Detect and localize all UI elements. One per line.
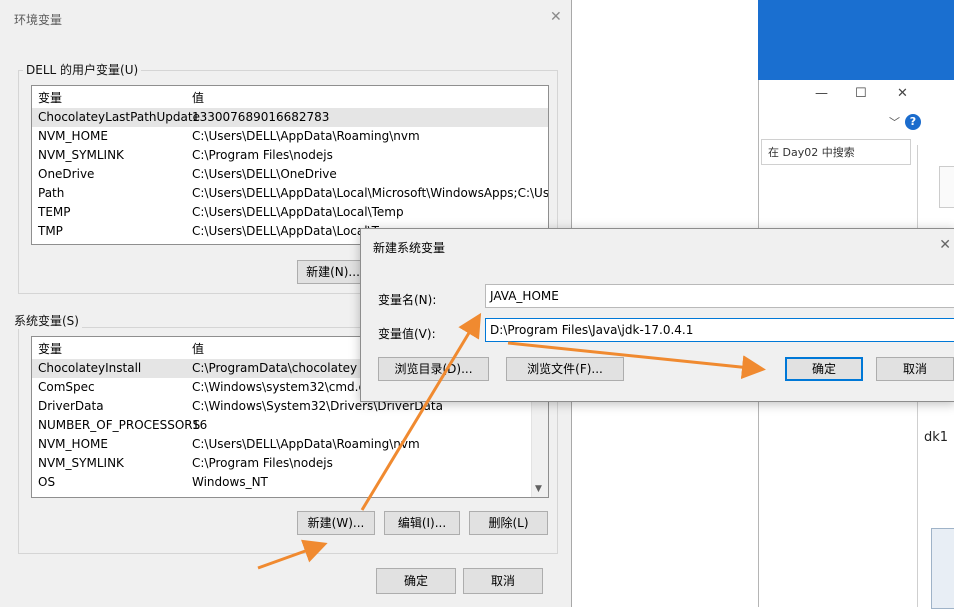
var-name: NVM_SYMLINK [38,456,124,470]
maximize-icon[interactable]: ☐ [855,86,867,101]
system-new-button[interactable]: 新建(W)... [297,511,375,535]
var-name: ChocolateyLastPathUpdate [38,110,200,124]
table-row[interactable]: NUMBER_OF_PROCESSORS 16 [32,416,548,435]
variable-value-label: 变量值(V): [378,327,436,341]
variable-name-input[interactable]: JAVA_HOME [485,284,954,308]
var-name: NVM_HOME [38,437,108,451]
system-delete-button[interactable]: 删除(L) [469,511,548,535]
close-icon[interactable]: ✕ [939,237,951,253]
var-name: NVM_SYMLINK [38,148,124,162]
browse-directory-button[interactable]: 浏览目录(D)... [378,357,489,381]
column-header-value[interactable]: 值 [192,340,204,357]
table-row[interactable]: NVM_SYMLINK C:\Program Files\nodejs [32,454,548,473]
system-edit-button[interactable]: 编辑(I)... [384,511,460,535]
table-row[interactable]: OneDrive C:\Users\DELL\OneDrive [32,165,548,184]
var-value: C:\Users\DELL\AppData\Roaming\nvm [192,129,420,143]
side-panel-edge [939,166,954,208]
var-value: C:\Windows\system32\cmd.exe [192,380,380,394]
var-name: NVM_HOME [38,129,108,143]
column-header-name[interactable]: 变量 [38,340,62,357]
dialog-title: 新建系统变量 [373,241,446,255]
list-header: 变量 值 [32,86,548,106]
table-row[interactable]: Path C:\Users\DELL\AppData\Local\Microso… [32,184,548,203]
variable-value-input[interactable]: D:\Program Files\Java\jdk-17.0.4.1 [485,318,954,342]
desktop-background [758,0,954,80]
var-name: ChocolateyInstall [38,361,142,375]
ok-button[interactable]: 确定 [376,568,456,594]
var-name: NUMBER_OF_PROCESSORS [38,418,201,432]
new-var-ok-button[interactable]: 确定 [785,357,863,381]
table-row[interactable]: NVM_SYMLINK C:\Program Files\nodejs [32,146,548,165]
var-name: Path [38,186,65,200]
var-name: TEMP [38,205,71,219]
var-value: C:\Program Files\nodejs [192,456,333,470]
partial-text: dk1 [924,430,949,445]
close-icon[interactable]: ✕ [897,86,908,101]
var-name: ComSpec [38,380,95,394]
system-variables-label: 系统变量(S) [11,312,82,329]
var-value: C:\Users\DELL\OneDrive [192,167,337,181]
var-value: C:\ProgramData\chocolatey [192,361,358,375]
user-variables-label: DELL 的用户变量(U) [23,61,142,78]
search-input[interactable]: 在 Day02 中搜索 [761,139,911,165]
browse-file-button[interactable]: 浏览文件(F)... [506,357,624,381]
var-value: C:\Users\DELL\AppData\Local\Microsoft\Wi… [192,186,549,200]
table-row[interactable]: NVM_HOME C:\Users\DELL\AppData\Roaming\n… [32,127,548,146]
scroll-down-icon[interactable]: ▼ [535,484,542,494]
close-icon[interactable]: ✕ [550,9,562,25]
column-header-value[interactable]: 值 [192,89,204,106]
var-value: Windows_NT [192,475,268,489]
table-row[interactable]: TEMP C:\Users\DELL\AppData\Local\Temp [32,203,548,222]
new-var-cancel-button[interactable]: 取消 [876,357,954,381]
dialog-title: 环境变量 [14,13,63,27]
user-variables-list[interactable]: 变量 值 ChocolateyLastPathUpdate 1330076890… [31,85,549,245]
table-row[interactable]: ChocolateyLastPathUpdate 133007689016682… [32,108,548,127]
var-value: C:\Users\DELL\AppData\Roaming\nvm [192,437,420,451]
var-name: OneDrive [38,167,95,181]
user-new-button[interactable]: 新建(N)... [297,260,369,284]
table-row[interactable]: NVM_HOME C:\Users\DELL\AppData\Roaming\n… [32,435,548,454]
help-icon[interactable]: ? [905,114,921,130]
minimize-icon[interactable]: — [815,86,828,101]
var-name: DriverData [38,399,104,413]
var-name: TMP [38,224,63,238]
window-edge [931,528,954,609]
var-value: C:\Users\DELL\AppData\Local\Temp [192,205,404,219]
new-system-variable-dialog: 新建系统变量 ✕ 变量名(N): JAVA_HOME 变量值(V): D:\Pr… [360,228,954,402]
var-value: 16 [192,418,208,432]
var-value: 133007689016682783 [192,110,330,124]
chevron-down-icon[interactable]: ﹀ [889,114,900,130]
var-name: OS [38,475,56,489]
table-row[interactable]: OS Windows_NT [32,473,548,492]
var-value: C:\Program Files\nodejs [192,148,333,162]
column-header-name[interactable]: 变量 [38,89,62,106]
cancel-button[interactable]: 取消 [463,568,543,594]
variable-name-label: 变量名(N): [378,293,437,307]
